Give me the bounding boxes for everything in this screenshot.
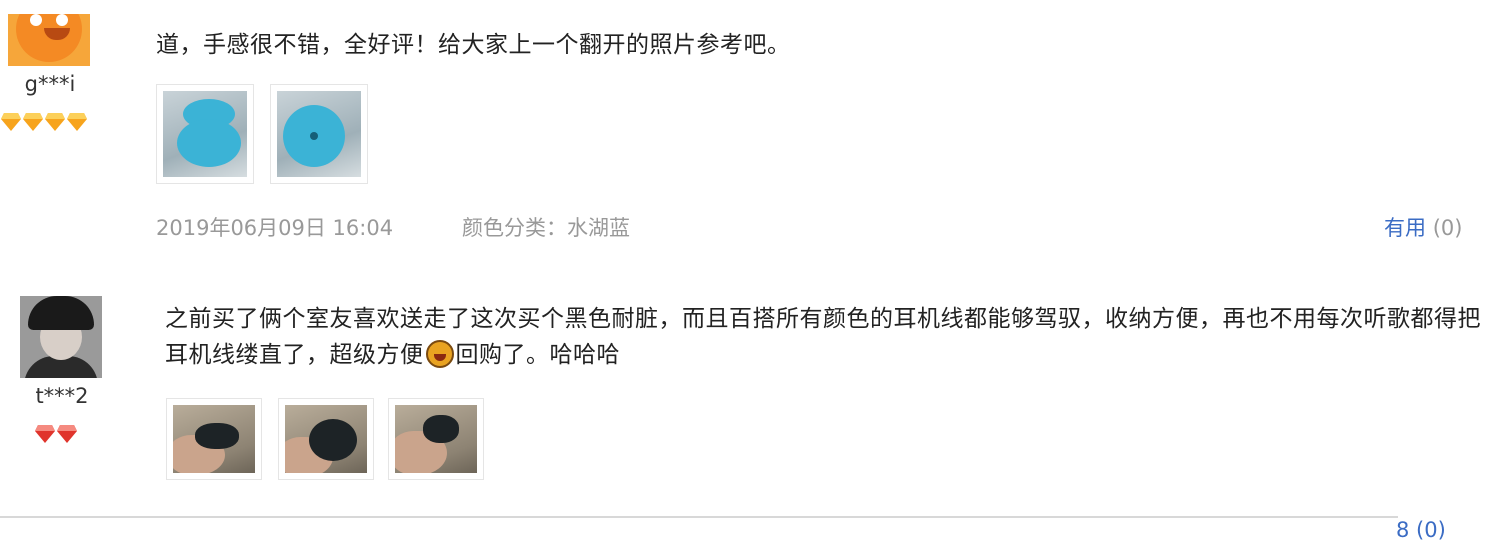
photo-image (395, 405, 477, 473)
orange-diamond-icon (66, 112, 87, 132)
photo-image (285, 405, 367, 473)
review-text: 道，手感很不错，全好评！给大家上一个翻开的照片参考吧。 (156, 32, 791, 58)
avatar-face (16, 14, 82, 62)
review-date: 2019年06月09日 16:04 (156, 216, 394, 240)
sku-label: 颜色分类： (462, 216, 567, 240)
useful-count: (0) (1432, 216, 1463, 240)
review-photo[interactable] (278, 398, 374, 480)
avatar-hair (28, 296, 94, 330)
avatar-eye (56, 14, 68, 26)
review-photo[interactable] (388, 398, 484, 480)
orange-diamond-icon (44, 112, 65, 132)
red-diamond-icon (56, 424, 77, 444)
reviewer-level-badges (0, 112, 87, 132)
review-photo[interactable] (166, 398, 262, 480)
review-text-part: 之前买了俩个室友喜欢送走了这次买个黑色耐脏，而且百搭所有颜色的耳机线都能够驾驭，… (165, 306, 1481, 368)
photo-subject (195, 423, 239, 449)
photo-image (173, 405, 255, 473)
divider (0, 516, 1398, 518)
photo-subject (177, 119, 241, 167)
reviewer-name: g***i (24, 72, 76, 96)
photo-image (163, 91, 247, 177)
photo-subject (423, 415, 459, 443)
avatar[interactable] (20, 296, 102, 378)
money-face-emoji-icon (425, 340, 454, 368)
review-text-part: 回购了。哈哈哈 (455, 342, 620, 368)
avatar-eye (30, 14, 42, 26)
photo-subject-center (310, 132, 318, 140)
useful-label: 有用 (1384, 216, 1426, 240)
photo-subject (309, 419, 357, 461)
review-photo[interactable] (270, 84, 368, 184)
review-photo[interactable] (156, 84, 254, 184)
photo-image (277, 91, 361, 177)
avatar[interactable] (8, 14, 90, 66)
orange-diamond-icon (0, 112, 21, 132)
orange-diamond-icon (22, 112, 43, 132)
sku-value: 水湖蓝 (567, 216, 630, 240)
avatar-mouth (44, 28, 70, 40)
review-sku: 颜色分类：水湖蓝 (462, 212, 630, 242)
useful-button[interactable]: 8 (0) (1396, 518, 1446, 542)
reviewer-level-badges (34, 424, 77, 444)
red-diamond-icon (34, 424, 55, 444)
reviewer-name: t***2 (35, 384, 89, 408)
useful-button[interactable]: 有用 (0) (1384, 212, 1462, 242)
review-text: 之前买了俩个室友喜欢送走了这次买个黑色耐脏，而且百搭所有颜色的耳机线都能够驾驭，… (165, 301, 1485, 373)
